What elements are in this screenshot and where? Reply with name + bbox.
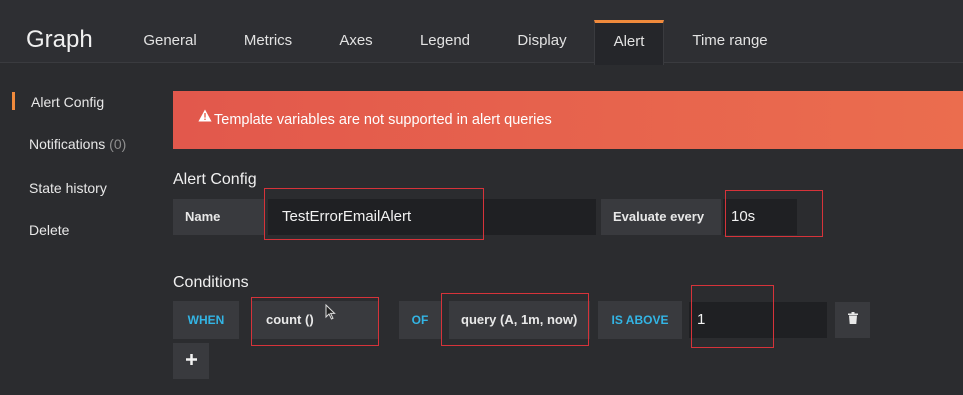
delete-condition-button[interactable] (835, 302, 870, 338)
sidenav-item-label: Notifications (29, 136, 106, 152)
tab-metrics[interactable]: Metrics (228, 20, 308, 62)
reducer-dropdown[interactable]: count () (252, 301, 378, 339)
sidenav-item-alert-config[interactable]: Alert Config (31, 94, 104, 110)
tab-legend[interactable]: Legend (404, 20, 486, 62)
banner-message: Template variables are not supported in … (214, 112, 552, 128)
tab-general[interactable]: General (128, 20, 212, 62)
when-keyword: WHEN (173, 301, 239, 339)
sidenav-item-notifications[interactable]: Notifications (0) (29, 136, 126, 152)
panel-title: Graph (26, 26, 93, 53)
panel-editor-header: Graph General Metrics Axes Legend Displa… (0, 0, 963, 65)
warning-icon (198, 109, 212, 125)
evaluator-dropdown[interactable]: IS ABOVE (598, 301, 682, 339)
mouse-cursor-icon (325, 303, 336, 325)
tab-alert[interactable]: Alert (594, 20, 664, 65)
of-keyword: OF (399, 301, 441, 339)
plus-icon (185, 352, 197, 370)
add-condition-button[interactable] (173, 343, 209, 379)
name-label: Name (173, 199, 265, 235)
threshold-input[interactable]: 1 (689, 302, 827, 338)
evaluate-every-label: Evaluate every (601, 199, 721, 235)
alert-name-input[interactable]: TestErrorEmailAlert (268, 199, 596, 235)
alert-config-heading: Alert Config (173, 171, 257, 188)
trash-icon (847, 311, 858, 329)
evaluate-every-input[interactable]: 10s (723, 199, 797, 235)
notifications-count: (0) (109, 136, 127, 152)
tab-time-range[interactable]: Time range (678, 20, 782, 62)
tab-axes[interactable]: Axes (324, 20, 388, 62)
sidenav-item-delete[interactable]: Delete (29, 222, 69, 238)
sidenav-item-state-history[interactable]: State history (29, 180, 107, 196)
tab-display[interactable]: Display (502, 20, 582, 62)
conditions-heading: Conditions (173, 274, 249, 291)
template-variables-warning-banner: Template variables are not supported in … (173, 91, 963, 149)
query-dropdown[interactable]: query (A, 1m, now) (449, 301, 590, 339)
sidenav-active-indicator (12, 92, 15, 110)
